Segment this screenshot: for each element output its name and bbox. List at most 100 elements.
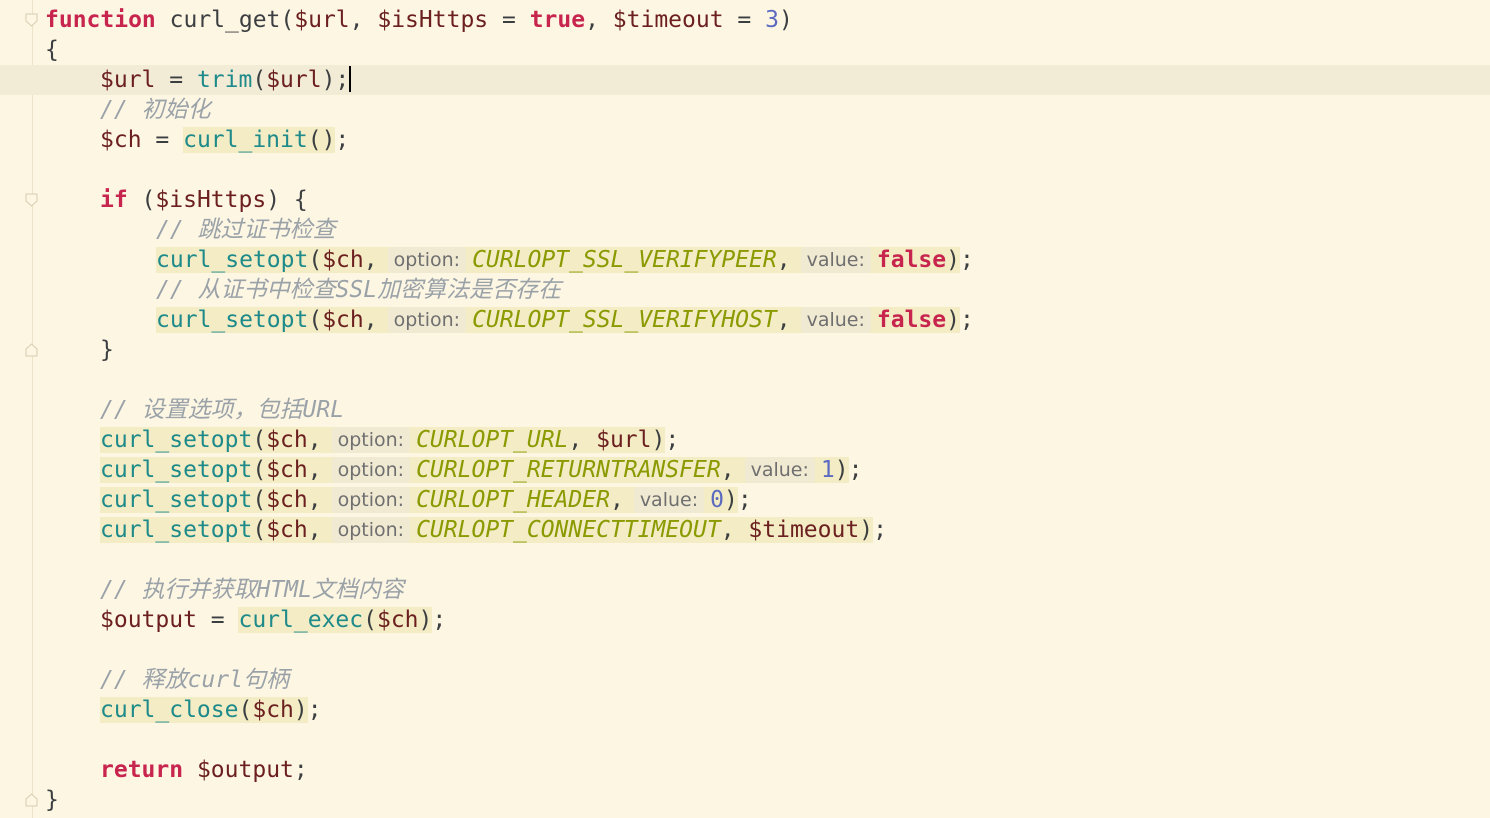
punctuation: , — [776, 307, 791, 333]
punctuation: ) { — [266, 187, 308, 213]
punctuation: ; — [848, 457, 863, 483]
punctuation: ) — [946, 247, 960, 273]
code-line[interactable]: curl_setopt($ch, option: CURLOPT_RETURNTRA… — [0, 455, 1490, 485]
variable: $output — [196, 757, 294, 783]
punctuation: ( — [252, 487, 267, 513]
comment: // 释放curl句柄 — [100, 667, 289, 693]
punctuation: ) — [834, 457, 849, 483]
brace-open: { — [45, 37, 59, 63]
code-line[interactable]: { — [0, 35, 1490, 65]
variable: $ch — [376, 607, 419, 633]
punctuation: ( — [127, 187, 156, 213]
code-line[interactable]: curl_setopt($ch, option: CURLOPT_SSL_VERIF… — [0, 245, 1490, 275]
punctuation — [183, 757, 197, 783]
punctuation: ( — [308, 247, 323, 273]
punctuation: ; — [960, 247, 974, 273]
code-line[interactable]: // 设置选项，包括URL — [0, 395, 1490, 425]
function-call: curl_setopt — [100, 487, 253, 513]
punctuation: = — [488, 7, 530, 33]
parameter-hint: option: — [331, 457, 411, 483]
code-line[interactable]: $output = curl_exec($ch); — [0, 605, 1490, 635]
code-line[interactable]: curl_setopt($ch, option: CURLOPT_HEADER, va… — [0, 485, 1490, 515]
code-line[interactable]: } — [0, 335, 1490, 365]
code-line[interactable]: curl_close($ch); — [0, 695, 1490, 725]
code-line[interactable]: // 执行并获取HTML文档内容 — [0, 575, 1490, 605]
code-editor[interactable]: function curl_get($url, $isHttps = true,… — [0, 0, 1490, 818]
number: 3 — [765, 7, 779, 33]
punctuation: ) — [723, 487, 738, 513]
punctuation: = — [155, 67, 197, 93]
code-line[interactable]: // 跳过证书检查 — [0, 215, 1490, 245]
comment: // 设置选项，包括URL — [100, 397, 345, 423]
punctuation: ; — [960, 307, 974, 333]
number: 1 — [820, 457, 835, 483]
function-call: curl_exec — [238, 607, 364, 633]
punctuation: ; — [335, 127, 350, 153]
parameter-hint: option: — [331, 487, 411, 513]
code-line[interactable]: curl_setopt($ch, option: CURLOPT_URL, $url… — [0, 425, 1490, 455]
punctuation: ) — [418, 607, 433, 633]
variable: $ch — [266, 487, 308, 513]
function-call: curl_setopt — [100, 427, 253, 453]
variable: $ch — [266, 457, 308, 483]
parameter-hint: value: — [800, 307, 871, 333]
keyword: if — [100, 187, 128, 213]
punctuation: ( — [252, 427, 267, 453]
keyword: return — [100, 757, 184, 783]
punctuation: ) — [778, 7, 793, 33]
code-line[interactable]: $ch = curl_init(); — [0, 125, 1490, 155]
punctuation: , — [307, 517, 322, 543]
punctuation: ; — [307, 697, 322, 723]
punctuation: ( — [308, 307, 323, 333]
punctuation: ) — [859, 517, 874, 543]
punctuation: , — [363, 307, 378, 333]
punctuation: , — [609, 487, 624, 513]
function-call: curl_init — [183, 127, 308, 153]
variable: $ch — [322, 247, 364, 273]
punctuation: ; — [873, 517, 887, 543]
function-call: curl_setopt — [100, 457, 253, 483]
constant: CURLOPT_RETURNTRANSFER — [416, 457, 721, 483]
constant: CURLOPT_HEADER — [416, 487, 610, 513]
parameter-hint: option: — [331, 517, 411, 543]
punctuation: , — [720, 457, 735, 483]
function-call: trim — [196, 67, 253, 93]
punctuation: = — [723, 7, 766, 33]
punctuation: ( — [363, 607, 377, 633]
code-line[interactable]: if ($isHttps) { — [0, 185, 1490, 215]
parameter-hint: value: — [800, 247, 871, 273]
code-line[interactable]: // 从证书中检查SSL加密算法是否存在 — [0, 275, 1490, 305]
constant: CURLOPT_SSL_VERIFYPEER — [472, 247, 777, 273]
comment: // 执行并获取HTML文档内容 — [100, 577, 404, 603]
brace-close: } — [45, 787, 59, 813]
punctuation: ; — [665, 427, 680, 453]
function-name: curl_get( — [155, 7, 295, 33]
code-line-current[interactable]: $url = trim($url); — [0, 65, 1490, 95]
punctuation: , — [585, 7, 613, 33]
brace-close: } — [100, 337, 114, 363]
boolean: false — [876, 307, 947, 333]
parameter-hint: option: — [331, 427, 411, 453]
punctuation: ); — [321, 67, 350, 93]
punctuation: () — [307, 127, 336, 153]
punctuation: ) — [293, 697, 308, 723]
code-line[interactable]: return $output; — [0, 755, 1490, 785]
constant: CURLOPT_URL — [416, 427, 569, 453]
punctuation: ( — [252, 457, 267, 483]
code-line[interactable]: // 释放curl句柄 — [0, 665, 1490, 695]
code-line[interactable]: curl_setopt($ch, option: CURLOPT_SSL_VERIF… — [0, 305, 1490, 335]
punctuation: ; — [293, 757, 308, 783]
code-line[interactable]: curl_setopt($ch, option: CURLOPT_CONNECTTI… — [0, 515, 1490, 545]
code-line[interactable]: function curl_get($url, $isHttps = true,… — [0, 5, 1490, 35]
code-line[interactable]: } — [0, 785, 1490, 815]
punctuation: , — [307, 427, 322, 453]
variable: $isHttps — [155, 187, 267, 213]
punctuation: , — [307, 457, 322, 483]
punctuation: ) — [946, 307, 960, 333]
constant: CURLOPT_CONNECTTIMEOUT — [416, 517, 721, 543]
variable: $output — [100, 607, 197, 633]
variable: $timeout — [612, 7, 724, 33]
variable: $url — [596, 427, 652, 453]
code-line[interactable]: // 初始化 — [0, 95, 1490, 125]
variable: $ch — [100, 127, 142, 153]
